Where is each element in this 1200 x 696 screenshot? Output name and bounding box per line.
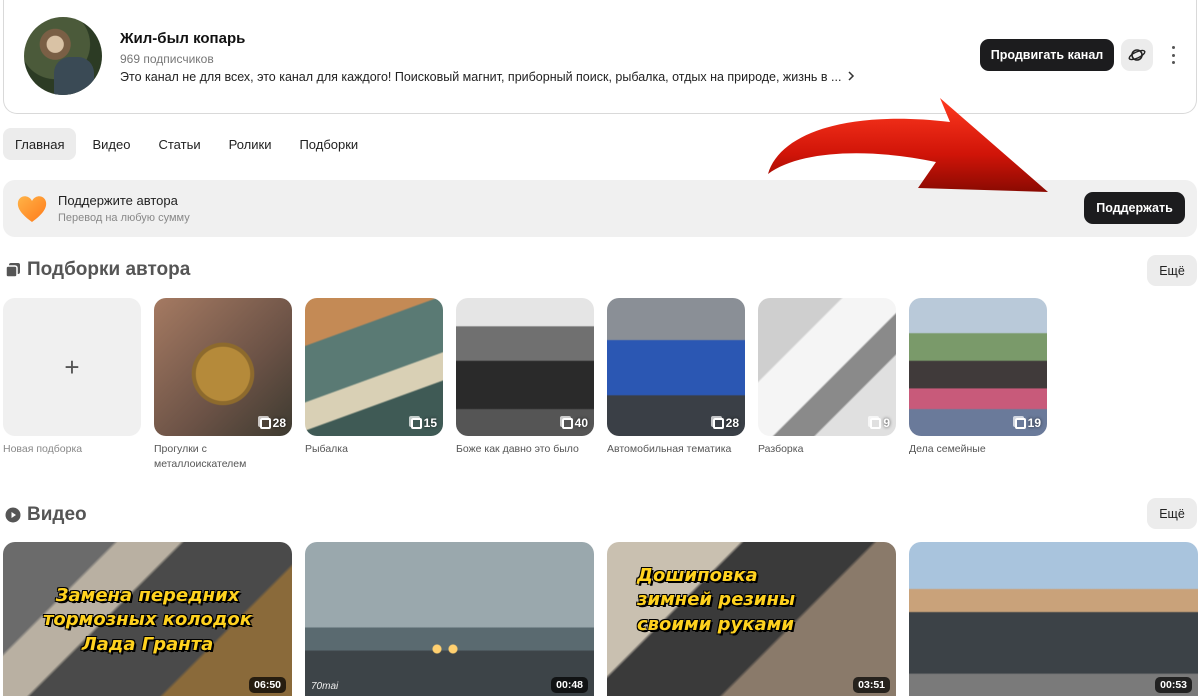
- support-author-banner: Поддержите автора Перевод на любую сумму…: [3, 180, 1197, 237]
- new-collection-card[interactable]: + Новая подборка: [3, 298, 141, 471]
- collection-thumbnail[interactable]: 28: [154, 298, 292, 436]
- plus-icon[interactable]: +: [3, 298, 141, 436]
- tab-shorts[interactable]: Ролики: [217, 128, 284, 160]
- video-overlay-title: Дошиповка зимней резины своими руками: [637, 565, 796, 635]
- collection-label[interactable]: Автомобильная тематика: [607, 442, 745, 457]
- stack-icon: [561, 417, 573, 429]
- collection-label[interactable]: Рыбалка: [305, 442, 443, 457]
- collection-card[interactable]: 28 Автомобильная тематика: [607, 298, 745, 471]
- stack-icon: [712, 417, 724, 429]
- support-button[interactable]: Поддержать: [1084, 192, 1185, 224]
- chevron-right-icon[interactable]: [847, 70, 855, 84]
- video-card[interactable]: Замена передних тормозных колодок Лада Г…: [3, 542, 292, 696]
- headlights-graphic: [425, 642, 465, 656]
- collection-card[interactable]: 40 Боже как давно это было: [456, 298, 594, 471]
- collection-thumbnail[interactable]: 28: [607, 298, 745, 436]
- video-duration: 00:48: [551, 677, 588, 693]
- collections-title-text: Подборки автора: [27, 259, 191, 280]
- video-duration: 03:51: [853, 677, 890, 693]
- collections-more-button[interactable]: Ещё: [1147, 255, 1197, 286]
- tab-collections[interactable]: Подборки: [287, 128, 370, 160]
- collection-card[interactable]: 9 Разборка: [758, 298, 896, 471]
- collection-thumbnail[interactable]: 9: [758, 298, 896, 436]
- more-options-icon[interactable]: [1167, 44, 1179, 66]
- collection-count: 40: [561, 416, 588, 430]
- promote-channel-button[interactable]: Продвигать канал: [980, 39, 1114, 71]
- planet-icon: [1128, 49, 1146, 61]
- collection-label[interactable]: Боже как давно это было: [456, 442, 594, 457]
- collection-thumbnail[interactable]: 15: [305, 298, 443, 436]
- collection-label[interactable]: Дела семейные: [909, 442, 1047, 457]
- video-overlay-title: Замена передних тормозных колодок Лада Г…: [42, 585, 253, 655]
- collection-count: 19: [1014, 416, 1041, 430]
- collection-card[interactable]: 28 Прогулки с металлоискателем: [154, 298, 292, 471]
- planet-button[interactable]: [1121, 39, 1153, 71]
- videos-section-title: Видео: [5, 504, 87, 526]
- collection-thumbnail[interactable]: 19: [909, 298, 1047, 436]
- channel-description[interactable]: Это канал не для всех, это канал для каж…: [120, 70, 855, 84]
- channel-header: Жил-был копарь 969 подписчиков Это канал…: [3, 0, 1197, 114]
- collections-list: + Новая подборка 28 Прогулки с металлоис…: [3, 298, 1047, 471]
- video-duration: 00:53: [1155, 677, 1192, 693]
- channel-tabs: Главная Видео Статьи Ролики Подборки: [3, 128, 370, 160]
- video-card[interactable]: 00:53: [909, 542, 1198, 696]
- collection-thumbnail[interactable]: 40: [456, 298, 594, 436]
- video-duration: 06:50: [249, 677, 286, 693]
- tab-main[interactable]: Главная: [3, 128, 77, 160]
- stack-icon: [870, 417, 882, 429]
- collection-card[interactable]: 15 Рыбалка: [305, 298, 443, 471]
- collection-count: 28: [712, 416, 739, 430]
- collection-label[interactable]: Прогулки с металлоискателем: [154, 442, 292, 471]
- collection-label[interactable]: Разборка: [758, 442, 896, 457]
- video-card[interactable]: Дошиповка зимней резины своими руками 03…: [607, 542, 896, 696]
- collections-section-title: Подборки автора: [5, 259, 190, 281]
- stack-icon: [259, 417, 271, 429]
- collections-icon: [5, 263, 20, 278]
- collection-count: 15: [410, 416, 437, 430]
- videos-list: Замена передних тормозных колодок Лада Г…: [3, 542, 1198, 696]
- video-watermark: 70mai: [311, 681, 339, 692]
- new-collection-label: Новая подборка: [3, 443, 83, 455]
- stack-icon: [1014, 417, 1026, 429]
- collection-count: 9: [870, 416, 890, 430]
- collection-card[interactable]: 19 Дела семейные: [909, 298, 1047, 471]
- tab-articles[interactable]: Статьи: [146, 128, 212, 160]
- subscriber-count: 969 подписчиков: [120, 52, 214, 66]
- videos-title-text: Видео: [27, 504, 87, 525]
- heart-icon: [17, 196, 47, 222]
- stack-icon: [410, 417, 422, 429]
- channel-description-text: Это канал не для всех, это канал для каж…: [120, 70, 842, 84]
- support-subtitle: Перевод на любую сумму: [58, 212, 190, 224]
- video-play-icon: [5, 507, 21, 523]
- channel-name[interactable]: Жил-был копарь: [120, 30, 245, 47]
- videos-more-button[interactable]: Ещё: [1147, 498, 1197, 529]
- tab-video[interactable]: Видео: [80, 128, 142, 160]
- video-card[interactable]: 70mai 00:48: [305, 542, 594, 696]
- support-title: Поддержите автора: [58, 193, 178, 208]
- channel-avatar[interactable]: [24, 17, 102, 95]
- collection-count: 28: [259, 416, 286, 430]
